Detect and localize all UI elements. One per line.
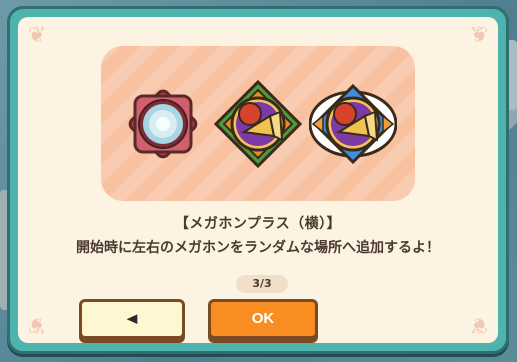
left-triangle-icon: ◀: [126, 311, 138, 327]
item-preview-area: [101, 46, 415, 201]
page-indicator: 3/3: [236, 275, 288, 293]
megaphone-icon: [214, 80, 302, 168]
empty-glow-badge: [119, 80, 207, 168]
corner-ornament-icon: ❦: [469, 23, 489, 48]
item-description: 開始時に左右のメガホンをランダムな場所へ追加するよ！: [76, 240, 440, 256]
megaphone-badge-green: [214, 80, 302, 168]
back-button[interactable]: ◀: [79, 299, 185, 339]
item-title: 【メガホンプラス（横）】: [174, 216, 342, 232]
corner-ornament-icon: ❦: [469, 312, 489, 337]
badge-empty-icon: [128, 89, 198, 159]
ok-button[interactable]: OK: [208, 299, 318, 339]
corner-ornament-icon: ❦: [27, 23, 47, 48]
corner-ornament-icon: ❦: [27, 312, 47, 337]
megaphone-badge-blue-selected: [309, 80, 397, 168]
megaphone-selected-icon: [309, 83, 397, 165]
item-info-dialog: ❦ ❦ ❦ ❦ 【メガホンプラス（横）】 開始時に左右のメガホンをランダムな場所…: [7, 6, 509, 354]
